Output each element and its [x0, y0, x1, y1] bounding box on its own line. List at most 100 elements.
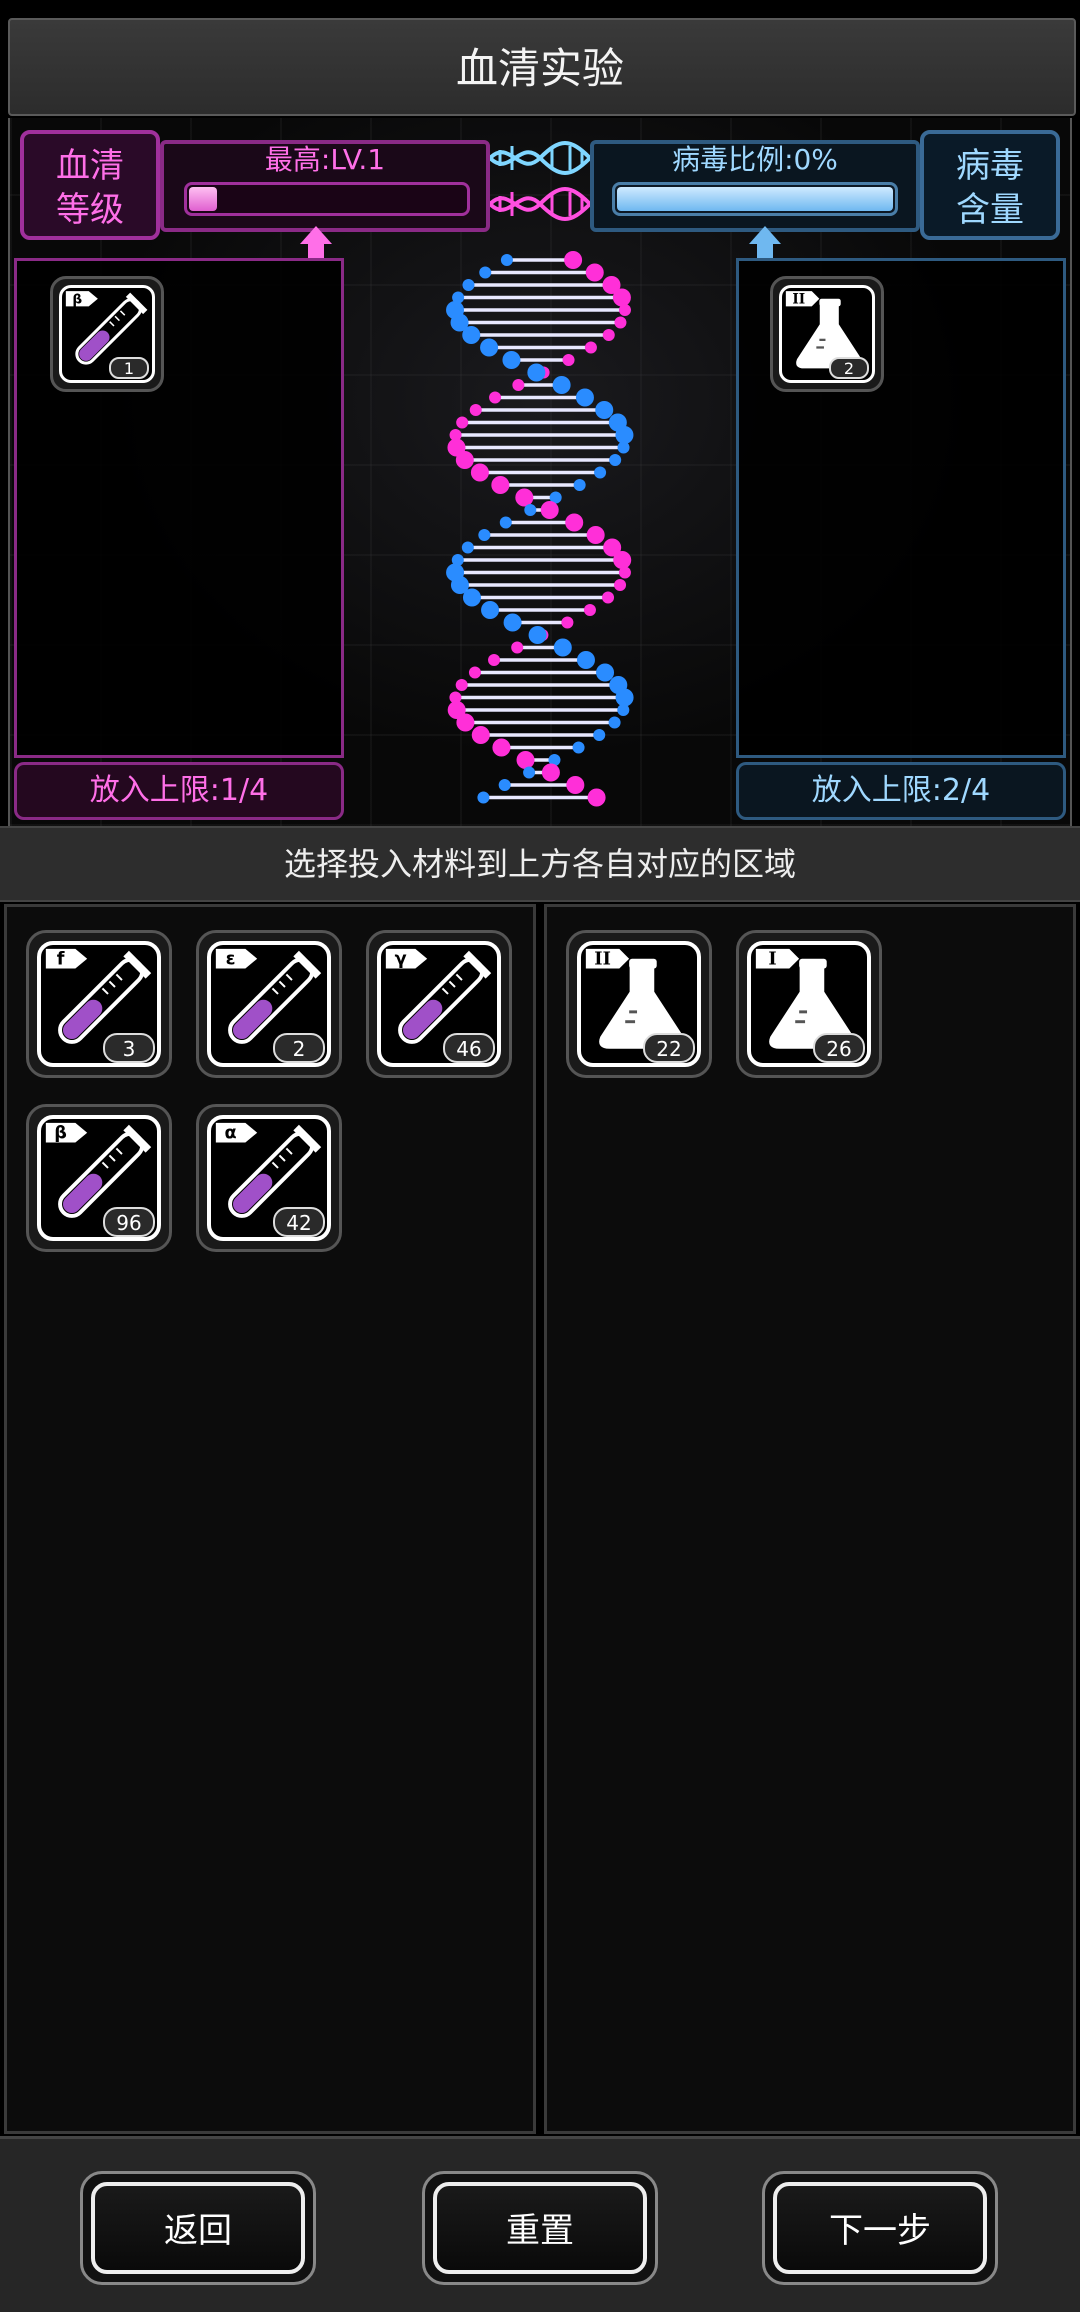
dna-node-pink: [613, 551, 632, 569]
svg-text:II: II: [792, 291, 805, 307]
dna-node-blue: [615, 688, 634, 707]
dna-node-blue: [523, 766, 536, 779]
dna-node-blue: [498, 779, 511, 791]
serum-progress-track: [184, 182, 470, 216]
dna-node-pink: [564, 251, 583, 269]
dna-node-blue: [595, 401, 614, 419]
page-title: 血清实验: [455, 44, 624, 93]
dna-node-pink: [618, 304, 631, 316]
dna-node-pink: [455, 451, 474, 469]
svg-text:II: II: [594, 949, 611, 970]
back-button[interactable]: 返回: [80, 2171, 316, 2285]
item-count-badge: 2: [273, 1033, 325, 1063]
dna-node-blue: [481, 601, 500, 619]
dna-node-pink: [455, 679, 468, 691]
serum-label-line2: 等级: [56, 190, 124, 230]
serum-level-label: 血清 等级: [20, 130, 160, 240]
virus-up-arrow-icon: [749, 226, 781, 244]
item-count-badge: 46: [443, 1033, 495, 1063]
dna-node-pink: [618, 566, 631, 579]
instruction-text: 选择投入材料到上方各自对应的区域: [283, 845, 796, 883]
dna-node-blue: [594, 466, 607, 479]
dna-node-blue: [462, 279, 475, 291]
dna-node-blue: [524, 504, 537, 516]
serum-limit-label: 放入上限:1/4: [14, 762, 344, 820]
dna-node-pink: [566, 776, 585, 794]
placed-virus-item[interactable]: II 2: [770, 276, 884, 392]
dna-helix-icon: [446, 251, 634, 807]
dna-node-blue: [503, 613, 522, 632]
serum-progress-fill: [189, 187, 217, 211]
dna-node-pink: [515, 488, 534, 507]
dna-node-pink: [585, 263, 604, 282]
dna-node-blue: [608, 716, 621, 729]
svg-text:γ: γ: [395, 950, 407, 970]
dna-node-pink: [602, 591, 615, 604]
next-step-button[interactable]: 下一步: [762, 2171, 998, 2285]
placed-serum-item[interactable]: β1: [50, 276, 164, 392]
dna-node-pink: [612, 288, 631, 307]
virus-content-label: 病毒 含量: [920, 130, 1060, 240]
virus-ratio-text: 病毒比例:0%: [672, 143, 838, 176]
reset-button[interactable]: 重置: [422, 2171, 658, 2285]
dna-node-blue: [572, 741, 585, 754]
dna-node-blue: [552, 376, 571, 394]
dna-node-pink: [586, 526, 605, 544]
dna-node-blue: [527, 363, 546, 382]
dna-node-pink: [471, 726, 490, 744]
serum-level-text: 最高:LV.1: [264, 143, 386, 176]
dna-node-pink: [456, 713, 475, 732]
virus-material-item[interactable]: II 22: [566, 930, 712, 1078]
serum-up-arrow-stem: [308, 244, 324, 258]
virus-material-inventory: [544, 904, 1076, 2134]
dna-node-pink: [468, 666, 481, 679]
item-count-badge: 22: [643, 1033, 695, 1063]
item-count-badge: 2: [829, 357, 869, 379]
dna-node-pink: [516, 751, 535, 769]
serum-up-arrow-icon: [300, 226, 332, 244]
dna-node-pink: [602, 329, 615, 341]
dna-node-pink: [541, 763, 560, 782]
svg-text:α: α: [225, 1124, 237, 1144]
serum-material-inventory: [4, 904, 536, 2134]
dna-node-pink: [491, 476, 510, 494]
dna-node-blue: [528, 626, 547, 644]
dna-node-blue: [615, 426, 634, 444]
item-count-badge: 3: [103, 1033, 155, 1063]
item-count-badge: 26: [813, 1033, 865, 1063]
next-step-button-label: 下一步: [773, 2182, 987, 2274]
dna-node-blue: [573, 479, 586, 491]
item-count-badge: 96: [103, 1207, 155, 1237]
svg-text:β: β: [72, 291, 82, 307]
serum-material-item[interactable]: ε2: [196, 930, 342, 1078]
serum-material-item[interactable]: f3: [26, 930, 172, 1078]
virus-material-item[interactable]: I 26: [736, 930, 882, 1078]
serum-label-line1: 血清: [56, 146, 124, 186]
dna-node-pink: [512, 379, 525, 391]
dna-node-blue: [478, 529, 491, 541]
dna-node-pink: [488, 654, 501, 666]
dna-node-blue: [576, 651, 595, 669]
item-count-badge: 42: [273, 1207, 325, 1237]
dna-node-blue: [575, 388, 594, 407]
back-button-label: 返回: [91, 2182, 305, 2274]
virus-label-line2: 含量: [956, 190, 1024, 230]
dna-node-blue: [462, 326, 481, 344]
dna-node-blue: [617, 441, 630, 454]
virus-limit-label: 放入上限:2/4: [736, 762, 1066, 820]
virus-label-line1: 病毒: [956, 146, 1024, 186]
dna-node-pink: [614, 579, 627, 591]
dna-node-pink: [587, 788, 606, 807]
serum-material-item[interactable]: α 42: [196, 1104, 342, 1252]
svg-text:f: f: [57, 950, 65, 970]
item-count-badge: 1: [109, 357, 149, 379]
serum-material-item[interactable]: β 96: [26, 1104, 172, 1252]
dna-node-blue: [461, 541, 474, 554]
dna-node-pink: [492, 738, 511, 757]
dna-node-pink: [561, 616, 574, 629]
dna-node-blue: [617, 704, 630, 716]
svg-text:β: β: [54, 1124, 67, 1144]
svg-text:I: I: [768, 949, 776, 970]
dna-node-pink: [470, 463, 489, 482]
serum-material-item[interactable]: γ 46: [366, 930, 512, 1078]
